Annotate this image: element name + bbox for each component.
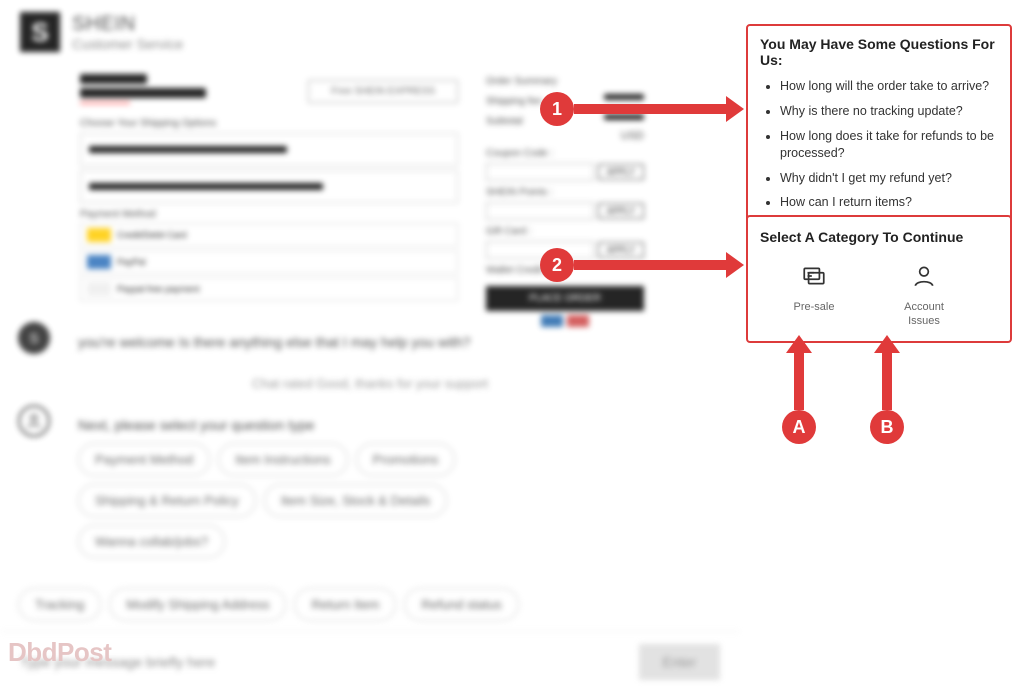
gift-label: Gift Card : — [486, 226, 644, 237]
quick-action-row: Tracking Modify Shipping Address Return … — [0, 578, 740, 631]
apply-button[interactable]: APPLY — [598, 164, 644, 180]
annotation-2: 2 — [540, 248, 729, 282]
arrow-up-icon — [882, 350, 892, 410]
payment-option-paypal[interactable]: PayPal — [80, 250, 458, 274]
app-header: S SHEIN Customer Service — [0, 0, 740, 64]
brand-logo: S — [20, 12, 60, 52]
question-chip[interactable]: Payment Method — [78, 443, 210, 476]
coupon-input[interactable] — [486, 163, 594, 181]
points-input[interactable] — [486, 202, 594, 220]
chat-bubble: you're welcome Is there anything else th… — [60, 322, 489, 362]
category-label: Pre-sale — [794, 300, 835, 314]
brand-subtitle: Customer Service — [72, 36, 183, 52]
faq-item[interactable]: How long does it take for refunds to be … — [780, 128, 998, 162]
category-label: Account Issues — [894, 300, 954, 329]
points-label: SHEIN Points : — [486, 187, 644, 198]
question-chip[interactable]: Item Instructions — [218, 443, 347, 476]
faq-item[interactable]: How can I return items? — [780, 194, 998, 211]
place-order-button[interactable]: PLACE ORDER — [486, 286, 644, 311]
quick-chip-tracking[interactable]: Tracking — [18, 588, 101, 621]
quick-chip-refund[interactable]: Refund status — [404, 588, 518, 621]
question-chip[interactable]: Promotions — [356, 443, 456, 476]
category-title: Select A Category To Continue — [760, 229, 998, 245]
order-summary-label: Order Summary — [486, 76, 644, 87]
annotation-badge: 2 — [540, 248, 574, 282]
watermark: DbdPost — [8, 637, 111, 668]
arrow-up-icon — [794, 350, 804, 410]
faq-title: You May Have Some Questions For Us: — [760, 36, 998, 68]
shipping-options-heading: Choose Your Shipping Options — [80, 118, 458, 129]
annotation-badge: B — [870, 410, 904, 444]
apply-button[interactable]: APPLY — [598, 203, 644, 219]
faq-item[interactable]: Why didn't I get my refund yet? — [780, 170, 998, 187]
faq-panel: You May Have Some Questions For Us: How … — [746, 24, 1012, 231]
person-icon — [911, 263, 937, 294]
shipping-option[interactable] — [80, 170, 458, 203]
coupon-label: Coupon Code : — [486, 148, 644, 159]
brand-name: SHEIN — [72, 13, 183, 36]
category-account-issues[interactable]: Account Issues — [894, 263, 954, 329]
question-chip[interactable]: Item Size, Stock & Details — [264, 484, 448, 517]
agent-avatar: S — [18, 322, 50, 354]
annotation-a: A — [782, 350, 816, 444]
annotation-badge: A — [782, 410, 816, 444]
chat-icon — [801, 263, 827, 294]
category-panel: Select A Category To Continue Pre-sale A… — [746, 215, 1012, 343]
send-button[interactable]: Enter — [639, 644, 720, 680]
shipping-option[interactable] — [80, 133, 458, 166]
annotation-badge: 1 — [540, 92, 574, 126]
question-chip[interactable]: Shipping & Return Policy — [78, 484, 256, 517]
chat-message-bot: Next, please select your question type P… — [0, 397, 740, 578]
quick-chip-return[interactable]: Return Item — [294, 588, 396, 621]
arrow-right-icon — [574, 260, 729, 270]
question-chip[interactable]: Wanna collab/jobs? — [78, 525, 225, 558]
faq-item[interactable]: How long will the order take to arrive? — [780, 78, 998, 95]
payment-heading: Payment Method — [80, 209, 458, 220]
faq-item[interactable]: Why is there no tracking update? — [780, 103, 998, 120]
bot-avatar — [18, 405, 50, 437]
category-presale[interactable]: Pre-sale — [784, 263, 844, 329]
annotation-1: 1 — [540, 92, 729, 126]
chat-rating-text: Chat rated Good, thanks for your support — [0, 370, 740, 397]
arrow-right-icon — [574, 104, 729, 114]
free-ship-badge: Free SHEIN EXPRESS — [308, 80, 458, 103]
chat-bubble: Next, please select your question type P… — [60, 405, 580, 570]
annotation-b: B — [870, 350, 904, 444]
quick-chip-modify-address[interactable]: Modify Shipping Address — [109, 588, 286, 621]
payment-option-card[interactable]: Credit/Debit Card — [80, 223, 458, 247]
payment-option-paypal-free[interactable]: Paypal free payment — [80, 277, 458, 301]
